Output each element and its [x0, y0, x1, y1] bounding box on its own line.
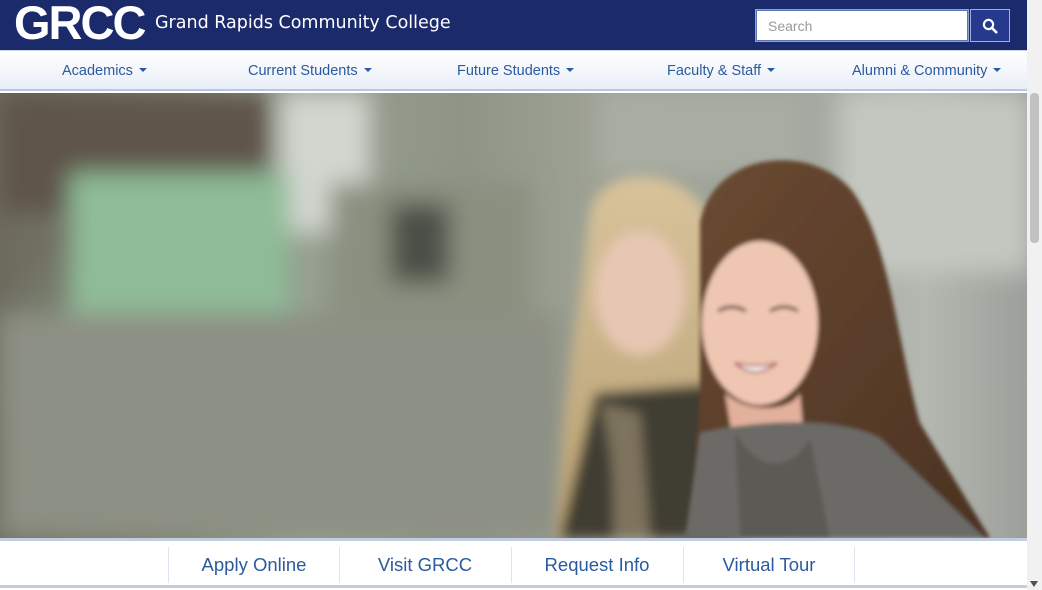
hero-image	[0, 93, 1027, 538]
nav-item-label: Academics	[62, 63, 133, 79]
grcc-logo[interactable]: GRCC	[14, 0, 146, 48]
nav-item-alumni-community[interactable]: Alumni & Community	[852, 51, 1002, 90]
caret-down-icon	[993, 68, 1002, 73]
nav-item-label: Alumni & Community	[852, 63, 988, 79]
search-input[interactable]	[756, 10, 968, 41]
caret-down-icon	[767, 68, 776, 73]
caret-down-icon	[363, 68, 372, 73]
nav-item-label: Future Students	[457, 63, 561, 79]
scroll-down-arrow-icon[interactable]	[1030, 581, 1038, 587]
nav-item-faculty-staff[interactable]: Faculty & Staff	[667, 51, 776, 90]
college-name[interactable]: Grand Rapids Community College	[155, 12, 451, 34]
search-button[interactable]	[970, 9, 1010, 42]
caret-down-icon	[566, 68, 575, 73]
visit-grcc-link[interactable]: Visit GRCC	[339, 547, 510, 583]
nav-item-label: Faculty & Staff	[667, 63, 762, 79]
request-info-link[interactable]: Request Info	[511, 547, 682, 583]
nav-item-label: Current Students	[248, 63, 358, 79]
apply-online-link[interactable]: Apply Online	[168, 547, 339, 583]
scrollbar-thumb[interactable]	[1030, 93, 1039, 243]
site-header: GRCC Grand Rapids Community College	[0, 0, 1027, 50]
search-field[interactable]	[755, 9, 969, 42]
caret-down-icon	[138, 68, 147, 73]
nav-item-academics[interactable]: Academics	[62, 51, 147, 90]
hero-photo-illustration	[0, 93, 1027, 538]
quick-links-bar: Apply Online Visit GRCC Request Info Vir…	[0, 538, 1027, 590]
vertical-scrollbar[interactable]	[1027, 0, 1042, 590]
nav-item-future-students[interactable]: Future Students	[457, 51, 575, 90]
nav-item-current-students[interactable]: Current Students	[248, 51, 372, 90]
page: GRCC Grand Rapids Community College Acad…	[0, 0, 1027, 590]
virtual-tour-link[interactable]: Virtual Tour	[683, 547, 855, 583]
divider	[0, 585, 1027, 588]
main-nav: Academics Current Students Future Studen…	[0, 50, 1027, 91]
magnifier-icon	[982, 18, 998, 33]
